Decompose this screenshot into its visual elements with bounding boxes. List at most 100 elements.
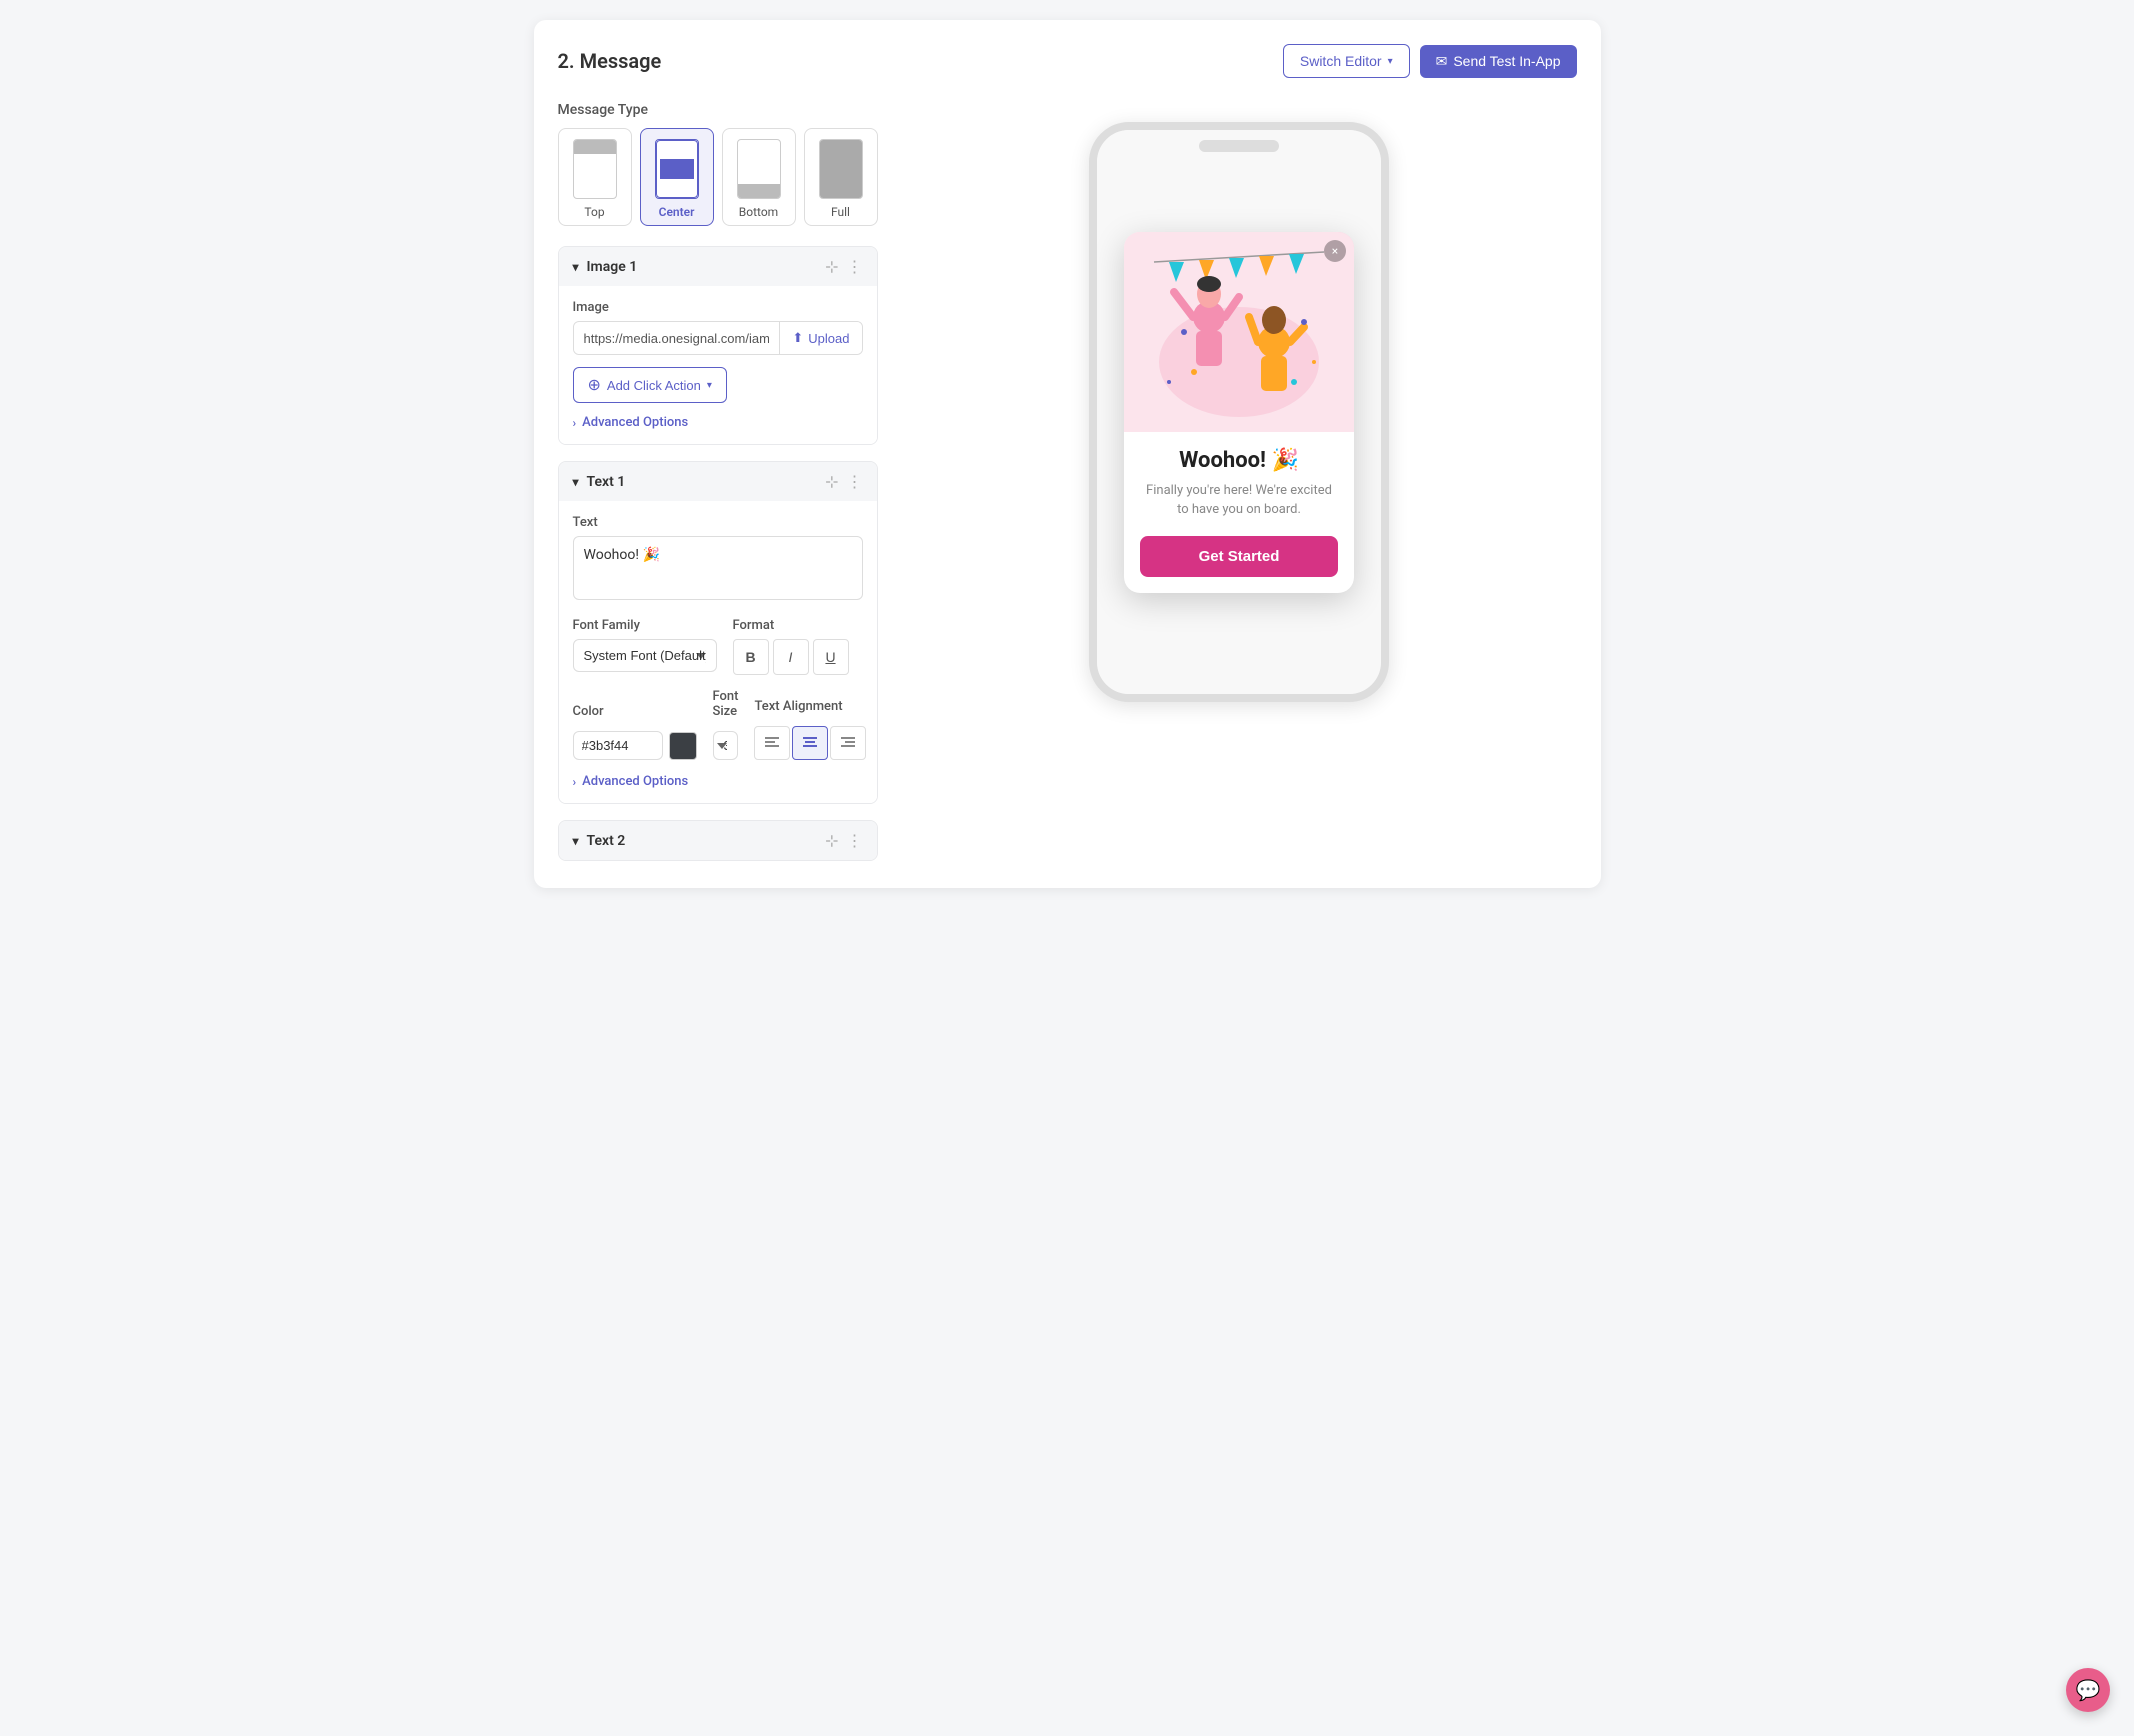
add-click-plus-icon: ⊕ [588,375,601,395]
align-buttons [754,726,866,760]
text2-section-header: ▾ Text 2 ⊹ ⋮ [559,821,877,860]
text1-drag-icon[interactable]: ⊹ [825,472,838,491]
color-group: Color [573,704,697,760]
chat-icon: 💬 [2076,1678,2101,1702]
bold-button[interactable]: B [733,639,769,675]
type-options: Top Center Bottom [558,128,878,226]
modal-cta-button[interactable]: Get Started [1140,536,1338,577]
italic-button[interactable]: I [773,639,809,675]
page-header: 2. Message Switch Editor ▾ ✉ Send Test I… [558,44,1577,78]
image-section-body: Image ⬆ Upload ⊕ Add Click Action ▾ [559,286,877,444]
upload-button[interactable]: ⬆ Upload [779,322,861,354]
image-section-title: Image 1 [587,259,638,275]
text1-section-body: Text Woohoo! 🎉 Font Family System Font (… [559,501,877,803]
text2-section: ▾ Text 2 ⊹ ⋮ [558,820,878,861]
text2-drag-icon[interactable]: ⊹ [825,831,838,850]
align-center-icon [803,737,817,749]
align-center-button[interactable] [792,726,828,760]
type-option-top[interactable]: Top [558,128,632,226]
image-header-left: ▾ Image 1 [573,259,638,275]
chat-fab-button[interactable]: 💬 [2066,1668,2110,1712]
text1-advanced-options[interactable]: › Advanced Options [573,774,863,789]
message-type-section: Message Type Top Center [558,102,878,226]
color-hex-input[interactable] [573,731,663,760]
phone-mockup: × [1089,122,1389,702]
type-icon-full [819,139,863,199]
color-size-align-row: Color Font Size 36 [573,689,863,760]
text1-section-title: Text 1 [587,474,626,490]
color-input-row [573,731,697,760]
send-test-button[interactable]: ✉ Send Test In-App [1420,45,1577,78]
font-size-select[interactable]: 36 [713,731,739,760]
text2-header-left: ▾ Text 2 [573,833,626,849]
modal-body: Woohoo! 🎉 Finally you're here! We're exc… [1124,432,1354,593]
type-icon-center [655,139,699,199]
image-field-label: Image [573,300,863,315]
content-area: Message Type Top Center [558,102,1577,864]
phone-notch [1199,140,1279,152]
font-size-label: Font Size [713,689,739,719]
header-buttons: Switch Editor ▾ ✉ Send Test In-App [1283,44,1577,78]
type-label-center: Center [659,205,695,219]
text1-section-header: ▾ Text 1 ⊹ ⋮ [559,462,877,501]
color-label: Color [573,704,697,719]
font-family-select[interactable]: System Font (Default) [573,639,717,672]
image-url-row: ⬆ Upload [573,321,863,355]
left-panel: Message Type Top Center [558,102,878,864]
type-option-bottom[interactable]: Bottom [722,128,796,226]
type-label-bottom: Bottom [739,205,778,219]
text1-collapse-icon[interactable]: ▾ [573,475,579,489]
modal-card: × [1124,232,1354,593]
align-right-button[interactable] [830,726,866,760]
type-option-center[interactable]: Center [640,128,714,226]
main-container: 2. Message Switch Editor ▾ ✉ Send Test I… [534,20,1601,888]
image-collapse-icon[interactable]: ▾ [573,260,579,274]
font-format-row: Font Family System Font (Default) Format… [573,618,863,675]
image-section-header: ▾ Image 1 ⊹ ⋮ [559,247,877,286]
text1-header-right: ⊹ ⋮ [825,472,862,491]
upload-label: Upload [808,331,849,346]
font-family-label: Font Family [573,618,717,633]
advanced-options-chevron-icon: › [573,416,577,430]
color-swatch[interactable] [669,732,697,760]
type-label-top: Top [584,205,604,219]
align-left-button[interactable] [754,726,790,760]
upload-icon: ⬆ [792,330,803,346]
bottom-bar-indicator [738,184,780,198]
format-buttons: B I U [733,639,863,675]
add-click-chevron-icon: ▾ [707,380,712,391]
type-icon-bottom [737,139,781,199]
align-right-icon [841,737,855,749]
text1-dots-icon[interactable]: ⋮ [847,472,863,491]
image-drag-icon[interactable]: ⊹ [825,257,838,276]
image-dots-icon[interactable]: ⋮ [847,257,863,276]
text1-textarea[interactable]: Woohoo! 🎉 [573,536,863,600]
right-panel: × [902,102,1577,864]
message-type-label: Message Type [558,102,878,118]
align-left-icon [765,737,779,749]
type-option-full[interactable]: Full [804,128,878,226]
text1-field-label: Text [573,515,863,530]
modal-close-button[interactable]: × [1324,240,1346,262]
switch-editor-button[interactable]: Switch Editor ▾ [1283,44,1410,78]
image-advanced-options[interactable]: › Advanced Options [573,415,863,430]
image-url-input[interactable] [574,323,780,354]
add-click-action-label: Add Click Action [607,378,701,393]
top-bar-indicator [574,140,616,154]
full-bar-indicator [820,140,862,198]
text-align-group: Text Alignment [754,699,866,760]
font-size-group: Font Size 36 [713,689,739,760]
modal-image [1124,232,1354,432]
image-header-right: ⊹ ⋮ [825,257,862,276]
add-click-action-button[interactable]: ⊕ Add Click Action ▾ [573,367,727,403]
phone-screen: × [1097,130,1381,694]
text2-collapse-icon[interactable]: ▾ [573,834,579,848]
text2-section-title: Text 2 [587,833,626,849]
type-icon-top [573,139,617,199]
text1-section: ▾ Text 1 ⊹ ⋮ Text Woohoo! 🎉 Font Family [558,461,878,804]
text2-dots-icon[interactable]: ⋮ [847,831,863,850]
underline-button[interactable]: U [813,639,849,675]
font-family-group: Font Family System Font (Default) [573,618,717,675]
format-group: Format B I U [733,618,863,675]
page-title: 2. Message [558,49,662,73]
